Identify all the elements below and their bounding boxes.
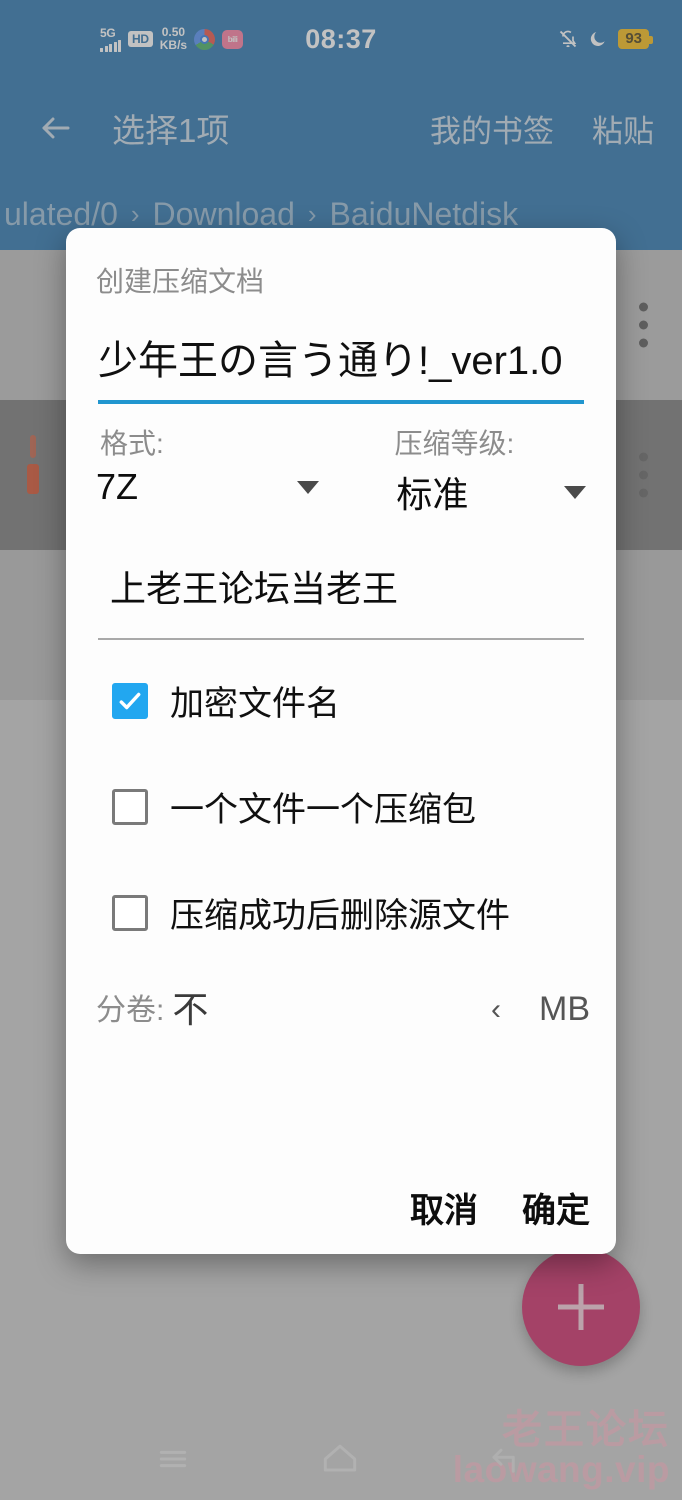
checkbox-label: 加密文件名 <box>170 685 340 723</box>
chevron-down-icon[interactable] <box>296 480 319 494</box>
checkbox-delete-source-after-success[interactable]: 压缩成功后删除源文件 <box>98 888 584 937</box>
format-value: 7Z <box>96 466 139 507</box>
checkbox-checked-icon[interactable] <box>112 682 148 719</box>
compression-level-select[interactable]: 压缩等级: 标准 <box>319 422 586 518</box>
compression-level-value: 标准 <box>396 474 469 515</box>
checkbox-unchecked-icon[interactable] <box>112 788 148 825</box>
checkbox-label: 压缩成功后删除源文件 <box>170 897 510 935</box>
chevron-down-icon[interactable] <box>564 485 586 499</box>
checkbox-one-archive-per-file[interactable]: 一个文件一个压缩包 <box>98 782 584 831</box>
phone-screen: 5G HD 0.50 KB/s bili 08:37 93 选择1项 我的书签 … <box>0 0 682 1500</box>
format-select[interactable]: 格式: 7Z <box>96 422 319 518</box>
cancel-button[interactable]: 取消 <box>410 1183 478 1232</box>
split-volume-row: 分卷: 不 ‹ MB <box>96 981 590 1033</box>
dialog-title: 创建压缩文档 <box>96 266 265 297</box>
password-field[interactable]: 上老王论坛当老王 <box>98 560 584 640</box>
dialog-actions: 取消 确定 <box>410 1183 590 1232</box>
confirm-button[interactable]: 确定 <box>522 1183 590 1232</box>
archive-name-input[interactable]: 少年王の言う通り!_ver1.0 <box>98 336 584 386</box>
split-volume-unit: MB <box>539 990 590 1028</box>
checkbox-encrypt-filenames[interactable]: 加密文件名 <box>98 676 584 725</box>
archive-name-underline <box>98 400 584 404</box>
split-volume-label: 分卷: <box>96 994 165 1027</box>
format-label: 格式: <box>100 428 164 459</box>
checkbox-label: 一个文件一个压缩包 <box>170 791 476 829</box>
compression-level-label: 压缩等级: <box>394 428 515 459</box>
split-volume-value[interactable]: 不 <box>168 989 208 1030</box>
password-input[interactable]: 上老王论坛当老王 <box>98 560 584 612</box>
create-archive-dialog: 创建压缩文档 少年王の言う通り!_ver1.0 格式: 7Z 压缩等级: 标准 <box>66 228 616 1254</box>
password-underline <box>98 638 584 640</box>
chevron-left-icon[interactable]: ‹ <box>491 993 501 1027</box>
split-volume-field[interactable]: 不 ‹ <box>168 981 523 1033</box>
format-and-level-row: 格式: 7Z 压缩等级: 标准 <box>96 422 586 518</box>
options-checkbox-group: 加密文件名 一个文件一个压缩包 压缩成功后删除源文件 <box>98 676 584 937</box>
checkbox-unchecked-icon[interactable] <box>112 894 148 931</box>
archive-name-field[interactable]: 少年王の言う通り!_ver1.0 <box>98 336 584 404</box>
